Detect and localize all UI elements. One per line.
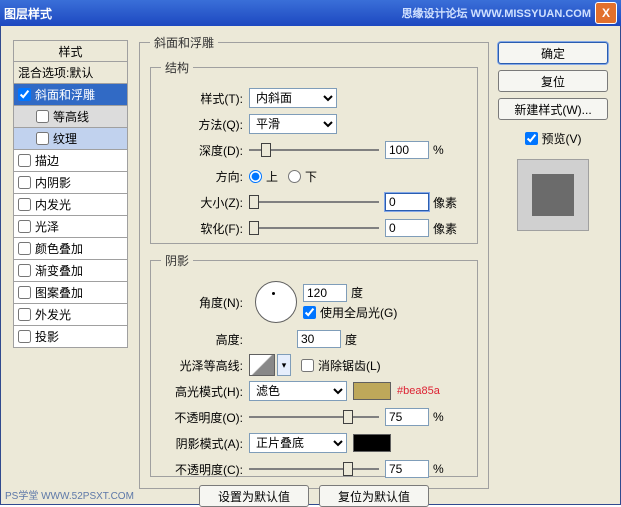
style-check-stroke[interactable] — [18, 154, 31, 167]
style-check-pattern-overlay[interactable] — [18, 286, 31, 299]
style-row-gradient-overlay[interactable]: 渐变叠加 — [13, 260, 128, 282]
highlight-color-annotation: #bea85a — [397, 385, 440, 397]
dialog-body: 样式 混合选项:默认 斜面和浮雕 等高线 纹理 描边 内阴影 内发光 光泽 颜色… — [0, 26, 621, 505]
blend-options-row[interactable]: 混合选项:默认 — [13, 62, 128, 84]
styles-header: 样式 — [13, 40, 128, 62]
reset-default-button[interactable]: 复位为默认值 — [319, 485, 429, 507]
shading-legend: 阴影 — [161, 252, 193, 269]
style-select[interactable]: 内斜面 — [249, 88, 337, 108]
angle-unit: 度 — [351, 284, 363, 301]
style-check-outer-glow[interactable] — [18, 308, 31, 321]
titlebar-credits: 思缘设计论坛 WWW.MISSYUAN.COM — [402, 5, 591, 21]
angle-input[interactable] — [303, 284, 347, 302]
style-row-inner-glow[interactable]: 内发光 — [13, 194, 128, 216]
style-check-bevel[interactable] — [18, 88, 31, 101]
shadow-color-swatch[interactable] — [353, 434, 391, 452]
styles-panel: 样式 混合选项:默认 斜面和浮雕 等高线 纹理 描边 内阴影 内发光 光泽 颜色… — [13, 40, 128, 348]
structure-fieldset: 结构 样式(T): 内斜面 方法(Q): 平滑 深度(D): % 方向: 上 下 — [150, 59, 478, 244]
antialias-check[interactable]: 消除锯齿(L) — [301, 357, 381, 374]
pct1: % — [433, 410, 444, 424]
depth-input[interactable] — [385, 141, 429, 159]
style-row-contour[interactable]: 等高线 — [13, 106, 128, 128]
angle-dial[interactable] — [255, 281, 297, 323]
preview-thumbnail — [532, 174, 574, 216]
highlight-opacity-label: 不透明度(O): — [161, 409, 249, 426]
technique-label: 方法(Q): — [161, 116, 249, 133]
shading-fieldset: 阴影 角度(N): 度 使用全局光(G) 高度: 度 光泽等高 — [150, 252, 478, 477]
shadow-opacity-label: 不透明度(C): — [161, 461, 249, 478]
shadow-opacity-slider[interactable] — [249, 460, 379, 478]
style-row-color-overlay[interactable]: 颜色叠加 — [13, 238, 128, 260]
style-row-satin[interactable]: 光泽 — [13, 216, 128, 238]
style-row-stroke[interactable]: 描边 — [13, 150, 128, 172]
titlebar: 图层样式 思缘设计论坛 WWW.MISSYUAN.COM X — [0, 0, 621, 26]
soften-label: 软化(F): — [161, 220, 249, 237]
depth-unit: % — [433, 143, 444, 157]
technique-select[interactable]: 平滑 — [249, 114, 337, 134]
altitude-label: 高度: — [161, 331, 249, 348]
altitude-unit: 度 — [345, 331, 357, 348]
highlight-opacity-input[interactable] — [385, 408, 429, 426]
new-style-button[interactable]: 新建样式(W)... — [498, 98, 608, 120]
structure-legend: 结构 — [161, 59, 193, 76]
highlight-mode-select[interactable]: 滤色 — [249, 381, 347, 401]
direction-up[interactable]: 上 — [249, 168, 278, 185]
preview-box — [517, 159, 589, 231]
style-row-outer-glow[interactable]: 外发光 — [13, 304, 128, 326]
close-icon: X — [602, 6, 610, 20]
global-light-check[interactable]: 使用全局光(G) — [303, 304, 397, 321]
make-default-button[interactable]: 设置为默认值 — [199, 485, 309, 507]
shadow-mode-select[interactable]: 正片叠底 — [249, 433, 347, 453]
altitude-input[interactable] — [297, 330, 341, 348]
size-label: 大小(Z): — [161, 194, 249, 211]
style-check-drop-shadow[interactable] — [18, 330, 31, 343]
bevel-legend: 斜面和浮雕 — [150, 34, 218, 51]
style-row-bevel[interactable]: 斜面和浮雕 — [13, 84, 128, 106]
highlight-color-swatch[interactable] — [353, 382, 391, 400]
shadow-mode-label: 阴影模式(A): — [161, 435, 249, 452]
angle-label: 角度(N): — [161, 294, 249, 311]
style-check-contour[interactable] — [36, 110, 49, 123]
soften-unit: 像素 — [433, 220, 457, 237]
preview-check[interactable]: 预览(V) — [498, 130, 608, 147]
gloss-contour-dropdown[interactable]: ▾ — [277, 354, 291, 376]
shadow-opacity-input[interactable] — [385, 460, 429, 478]
size-input[interactable] — [385, 193, 429, 211]
style-check-color-overlay[interactable] — [18, 242, 31, 255]
style-row-inner-shadow[interactable]: 内阴影 — [13, 172, 128, 194]
pct2: % — [433, 462, 444, 476]
style-label: 样式(T): — [161, 90, 249, 107]
depth-slider[interactable] — [249, 141, 379, 159]
style-row-pattern-overlay[interactable]: 图案叠加 — [13, 282, 128, 304]
highlight-mode-label: 高光模式(H): — [161, 383, 249, 400]
cancel-button[interactable]: 复位 — [498, 70, 608, 92]
direction-label: 方向: — [161, 168, 249, 185]
right-column: 确定 复位 新建样式(W)... 预览(V) — [498, 42, 608, 231]
size-unit: 像素 — [433, 194, 457, 211]
highlight-opacity-slider[interactable] — [249, 408, 379, 426]
style-check-gradient-overlay[interactable] — [18, 264, 31, 277]
style-check-inner-glow[interactable] — [18, 198, 31, 211]
style-check-inner-shadow[interactable] — [18, 176, 31, 189]
soften-slider[interactable] — [249, 219, 379, 237]
gloss-contour-label: 光泽等高线: — [161, 357, 249, 374]
style-row-texture[interactable]: 纹理 — [13, 128, 128, 150]
depth-label: 深度(D): — [161, 142, 249, 159]
ok-button[interactable]: 确定 — [498, 42, 608, 64]
size-slider[interactable] — [249, 193, 379, 211]
footer-credit: PS学堂 WWW.52PSXT.COM — [5, 487, 134, 502]
window-title: 图层样式 — [4, 5, 402, 22]
style-check-satin[interactable] — [18, 220, 31, 233]
angle-dot-icon — [272, 292, 275, 295]
gloss-contour-swatch[interactable] — [249, 354, 275, 376]
bevel-fieldset: 斜面和浮雕 结构 样式(T): 内斜面 方法(Q): 平滑 深度(D): % 方… — [139, 34, 489, 489]
style-check-texture[interactable] — [36, 132, 49, 145]
style-row-drop-shadow[interactable]: 投影 — [13, 326, 128, 348]
direction-down[interactable]: 下 — [288, 168, 317, 185]
close-button[interactable]: X — [595, 2, 617, 24]
soften-input[interactable] — [385, 219, 429, 237]
